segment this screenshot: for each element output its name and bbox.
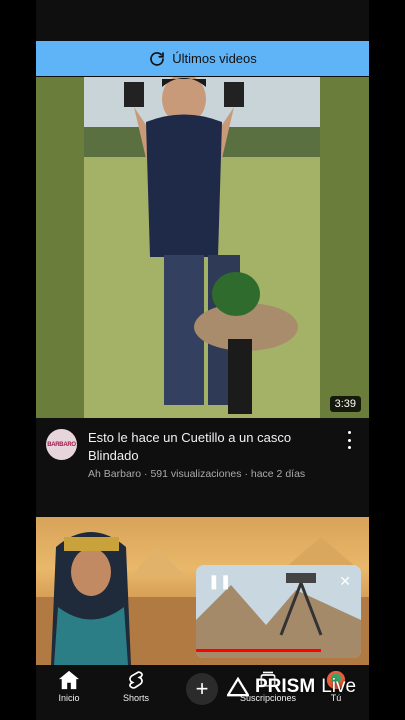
channel-avatar-logo: BARBARO [47, 441, 76, 448]
watermark-suffix: Live [321, 676, 357, 697]
plus-icon: + [195, 676, 209, 701]
youtube-screen: Últimos videos 3:39 BARBARO Esto le hace… [36, 0, 369, 720]
shorts-icon [129, 671, 143, 689]
prism-live-watermark: PRISM Live [227, 676, 356, 698]
video-frame [36, 77, 369, 418]
separator: · [244, 468, 248, 480]
nav-shorts-label: Shorts [122, 693, 149, 703]
nav-shorts[interactable]: Shorts [106, 670, 166, 703]
upload-age: hace 2 días [250, 468, 306, 480]
create-button[interactable]: + [186, 673, 218, 705]
home-icon [59, 670, 79, 690]
watermark-brand: PRISM [255, 676, 316, 697]
video-subline: Ah Barbaro · 591 visualizaciones · hace … [88, 468, 348, 480]
video-duration: 3:39 [329, 396, 361, 412]
more-options-icon[interactable] [343, 431, 355, 449]
channel-name[interactable]: Ah Barbaro [88, 468, 141, 480]
refresh-icon [150, 51, 165, 66]
prism-logo-icon [227, 677, 249, 697]
video-meta[interactable]: BARBARO Esto le hace un Cuetillo a un ca… [36, 420, 369, 515]
pause-icon[interactable]: ❚❚ [208, 573, 231, 590]
latest-videos-banner[interactable]: Últimos videos [36, 41, 369, 76]
separator: · [144, 468, 148, 480]
picture-in-picture-player[interactable]: ❚❚ ✕ [196, 565, 361, 658]
nav-home[interactable]: Inicio [39, 670, 99, 703]
video-title[interactable]: Esto le hace un Cuetillo a un casco Blin… [88, 429, 338, 465]
video-thumbnail[interactable]: 3:39 [36, 77, 369, 418]
view-count: 591 visualizaciones [150, 468, 242, 480]
channel-avatar[interactable]: BARBARO [46, 429, 77, 460]
video-thumbnail-2[interactable]: ❚❚ ✕ [36, 517, 369, 665]
nav-home-label: Inicio [58, 693, 80, 703]
status-bar [36, 0, 369, 40]
latest-videos-label: Últimos videos [172, 51, 257, 66]
close-icon[interactable]: ✕ [339, 573, 351, 590]
